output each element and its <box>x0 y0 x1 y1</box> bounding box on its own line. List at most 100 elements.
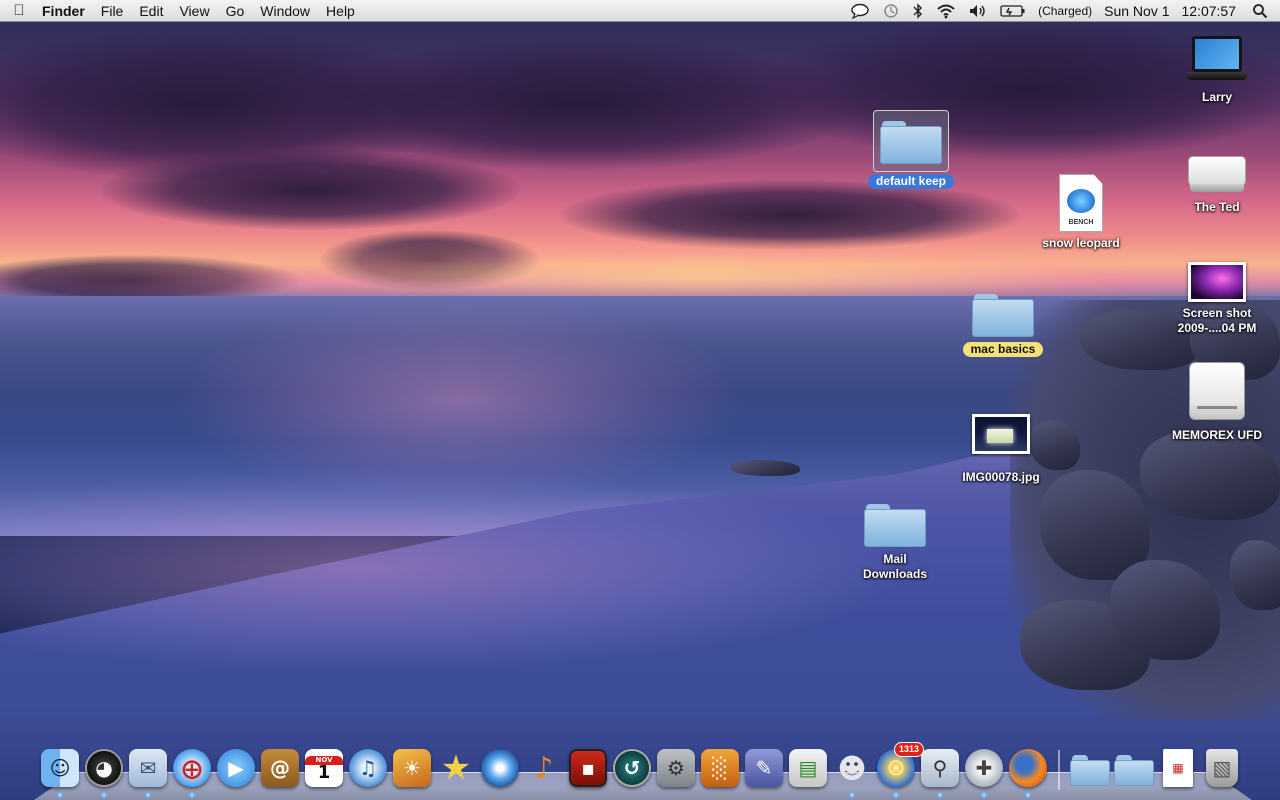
dock-netnewswire[interactable]: ☉ 1313 <box>876 742 924 798</box>
battery-status-text: (Charged) <box>1038 3 1093 18</box>
computer-icon <box>1186 34 1248 86</box>
dock-keynote[interactable]: ░ <box>700 746 740 790</box>
disk-utility-icon: ✚ <box>965 749 1003 787</box>
desktop-icon-memorex-ufd[interactable]: MEMOREX UFD <box>1162 362 1272 443</box>
dock: ☺ ◕ ✉ ⨁ ▶ @ NOV 1 ♫ ☀ ★ ♪ ▪ ↺ ⚙ ░ ✎ ▤ ☻ … <box>40 740 1246 798</box>
dock-trash[interactable]: ▧ <box>1202 746 1242 790</box>
documents-stack-icon <box>1114 751 1154 786</box>
dock-firefox[interactable] <box>1008 746 1048 798</box>
dock-ichat[interactable]: ▶ <box>216 746 256 790</box>
dock-pdf-document[interactable]: ▦ <box>1158 746 1198 790</box>
script-editor-icon: ✎ <box>745 749 783 787</box>
iphoto-icon: ☀ <box>393 749 431 787</box>
ical-icon: NOV 1 <box>305 749 343 787</box>
running-indicator <box>849 792 855 798</box>
hard-drive-icon <box>1188 152 1246 196</box>
desktop-icon-label: default keep <box>867 174 955 189</box>
desktop-icon-snow-leopard[interactable]: BENCH snow leopard <box>1026 174 1136 251</box>
running-indicator <box>981 792 987 798</box>
chat-bubble-icon[interactable] <box>844 3 876 19</box>
itunes-icon: ♫ <box>349 749 387 787</box>
menu-help[interactable]: Help <box>318 0 363 22</box>
bluetooth-icon[interactable] <box>906 2 930 19</box>
spotlight-icon[interactable] <box>1242 3 1280 19</box>
desktop-wallpaper <box>0 0 1280 800</box>
menu-app-finder[interactable]: Finder <box>38 0 93 22</box>
wifi-icon[interactable] <box>930 3 962 19</box>
menu-extras: (Charged) Sun Nov 1 12:07:57 <box>844 0 1280 22</box>
dock-preview[interactable]: ⚲ <box>920 746 960 798</box>
menu-edit[interactable]: Edit <box>131 0 171 22</box>
desktop-icon-label: Mail Downloads <box>862 552 927 581</box>
dock-imovie[interactable]: ★ <box>436 746 476 790</box>
dock-documents-stack[interactable] <box>1114 746 1154 790</box>
dock-finder[interactable]: ☺ <box>40 746 80 798</box>
dock-dvd-player[interactable] <box>480 746 520 790</box>
desktop-icon-mac-basics[interactable]: mac basics <box>948 290 1058 357</box>
dock-dashboard[interactable]: ◕ <box>84 746 124 798</box>
imovie-icon: ★ <box>440 748 472 788</box>
menu-view[interactable]: View <box>171 0 217 22</box>
system-preferences-icon: ⚙ <box>657 749 695 787</box>
keynote-icon: ░ <box>701 749 739 787</box>
running-indicator <box>937 792 943 798</box>
dashboard-icon: ◕ <box>85 749 123 787</box>
dock-safari[interactable]: ⨁ <box>172 746 212 798</box>
dock-front-row[interactable]: ▪ <box>568 746 608 790</box>
desktop-icon-the-ted[interactable]: The Ted <box>1162 152 1272 215</box>
finder-icon: ☺ <box>41 749 79 787</box>
adium-icon: ☻ <box>837 751 867 785</box>
dock-garageband[interactable]: ♪ <box>524 746 564 790</box>
trash-icon: ▧ <box>1206 749 1238 787</box>
menu-bar:  Finder File Edit View Go Window Help (… <box>0 0 1280 22</box>
time-machine-dock-icon: ↺ <box>613 749 651 787</box>
front-row-icon: ▪ <box>569 749 607 787</box>
menu-window[interactable]: Window <box>252 0 318 22</box>
running-indicator <box>893 792 899 798</box>
desktop-icon-label: Larry <box>1201 90 1233 104</box>
menu-go[interactable]: Go <box>218 0 253 22</box>
desktop-icon-mail-downloads[interactable]: Mail Downloads <box>840 500 950 582</box>
mail-icon: ✉ <box>129 749 167 787</box>
folder-icon <box>880 117 942 165</box>
dock-numbers[interactable]: ▤ <box>788 746 828 790</box>
dock-itunes[interactable]: ♫ <box>348 746 388 790</box>
menu-file[interactable]: File <box>93 0 132 22</box>
desktop-icon-screen-shot[interactable]: Screen shot 2009-....04 PM <box>1162 262 1272 336</box>
dock-script-editor[interactable]: ✎ <box>744 746 784 790</box>
dock-iphoto[interactable]: ☀ <box>392 746 432 790</box>
dock-separator <box>1058 750 1060 790</box>
preview-icon: ⚲ <box>921 749 959 787</box>
numbers-icon: ▤ <box>789 749 827 787</box>
usb-drive-icon <box>1189 362 1245 424</box>
desktop-icon-label: The Ted <box>1194 200 1240 214</box>
dock-adium[interactable]: ☻ <box>832 746 872 798</box>
volume-icon[interactable] <box>962 3 994 19</box>
wallpaper-cloud <box>100 150 520 230</box>
running-indicator <box>189 792 195 798</box>
running-indicator <box>101 792 107 798</box>
dock-time-machine[interactable]: ↺ <box>612 746 652 790</box>
apple-menu-icon[interactable]:  <box>0 2 38 19</box>
folder-icon <box>864 500 926 548</box>
desktop-icon-default-keep[interactable]: default keep <box>856 110 966 189</box>
dock-mail[interactable]: ✉ <box>128 746 168 798</box>
dock-disk-utility[interactable]: ✚ <box>964 746 1004 798</box>
address-book-icon: @ <box>261 749 299 787</box>
menubar-clock[interactable]: 12:07:57 <box>1176 0 1243 22</box>
desktop-icon-label: mac basics <box>962 342 1044 357</box>
desktop-icon-larry[interactable]: Larry <box>1162 34 1272 105</box>
ical-day: 1 <box>317 761 331 783</box>
dock-system-preferences[interactable]: ⚙ <box>656 746 696 790</box>
battery-icon[interactable] <box>994 4 1032 18</box>
dock-address-book[interactable]: @ <box>260 746 300 790</box>
folder-icon <box>972 290 1034 338</box>
dock-applications-stack[interactable] <box>1070 746 1110 790</box>
dock-ical[interactable]: NOV 1 <box>304 746 344 790</box>
time-machine-icon[interactable] <box>876 3 906 19</box>
menubar-date[interactable]: Sun Nov 1 <box>1098 0 1175 22</box>
desktop-icon-img00078[interactable]: IMG00078.jpg <box>946 414 1056 485</box>
wallpaper-wet-sand <box>0 470 900 670</box>
safari-icon: ⨁ <box>173 749 211 787</box>
desktop-icon-label: MEMOREX UFD <box>1172 428 1262 442</box>
